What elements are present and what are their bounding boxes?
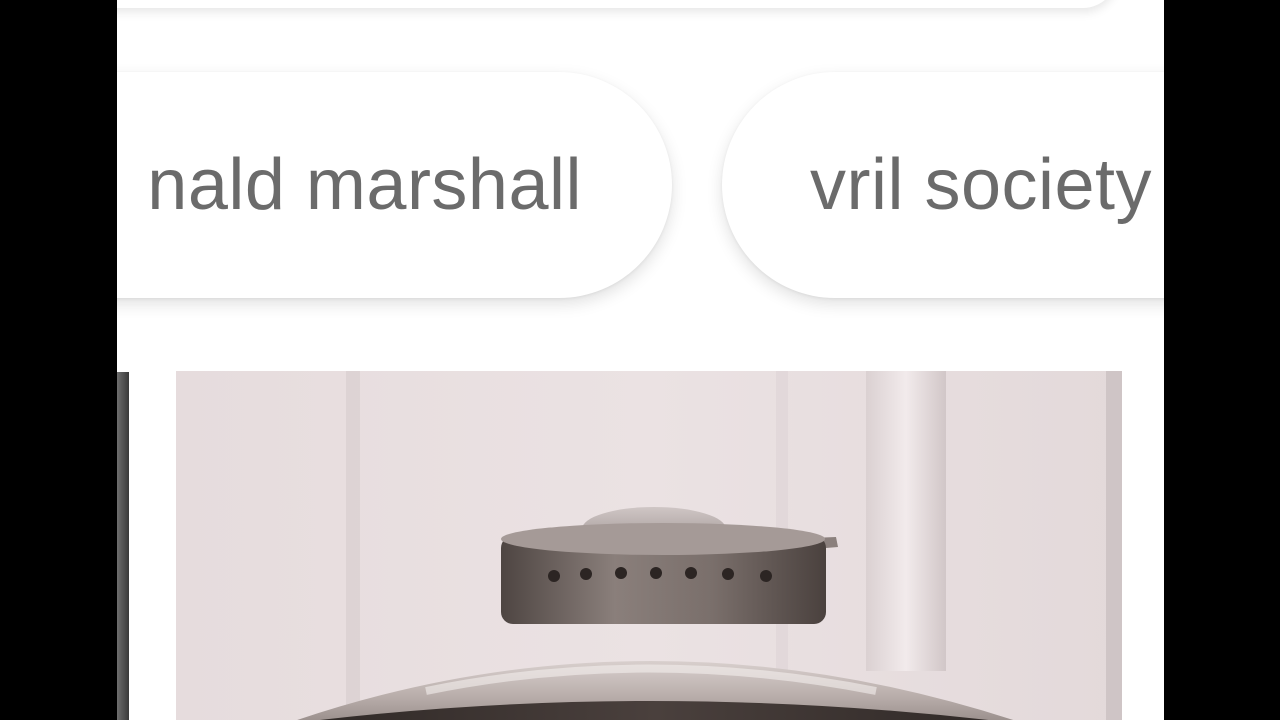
related-search-chip[interactable]: nald marshall [117, 72, 672, 298]
video-frame: nald marshall vril society [0, 0, 1280, 720]
image-result[interactable] [176, 371, 1122, 720]
related-searches-row: nald marshall vril society [117, 0, 1164, 360]
image-result-partial[interactable] [117, 372, 129, 720]
mobile-screen: nald marshall vril society [117, 0, 1164, 720]
related-search-chip[interactable]: vril society [722, 72, 1164, 298]
chip-label: nald marshall [147, 145, 582, 225]
chip-label: vril society [810, 145, 1153, 225]
saucer-photo [176, 371, 1122, 720]
